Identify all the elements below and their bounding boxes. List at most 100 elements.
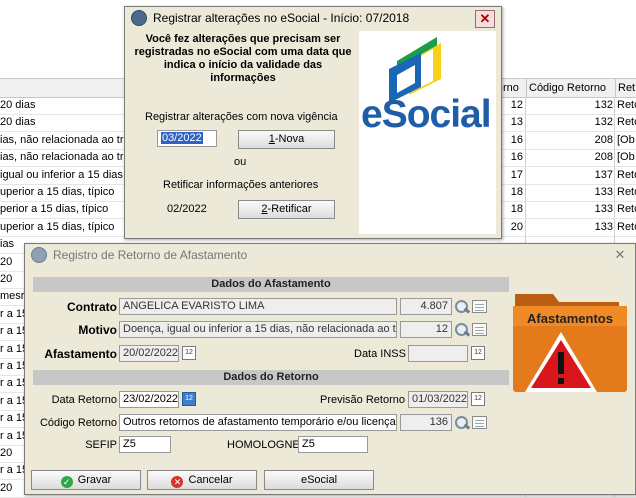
app-icon — [31, 247, 47, 263]
calendar-icon[interactable]: 12 — [471, 346, 485, 360]
nova-vigencia-label: Registrar alterações com nova vigência — [145, 111, 338, 123]
data-retorno-input[interactable]: 23/02/2022 — [119, 391, 179, 408]
folder-label: Afastamentos — [527, 311, 613, 326]
row-retorno: 18 — [510, 203, 523, 216]
column-divider — [614, 166, 615, 184]
row-retorno: 16 — [510, 151, 523, 164]
nova-button-label: -Nova — [274, 133, 305, 145]
column-divider — [525, 166, 526, 184]
search-icon[interactable] — [454, 299, 471, 315]
cancelar-label: Cancelar — [188, 474, 233, 486]
column-divider — [525, 149, 526, 167]
row-description: ias, não relacionada ao tra — [0, 151, 130, 164]
row-retorno: 16 — [510, 133, 523, 146]
retificar-date: 02/2022 — [167, 203, 207, 215]
previsao-retorno-input[interactable]: 01/03/2022 — [408, 391, 468, 408]
contrato-code[interactable]: 4.807 — [400, 298, 452, 315]
row-retorno: 13 — [510, 116, 523, 129]
calendar-icon[interactable]: 12 — [182, 346, 196, 360]
column-divider — [525, 97, 526, 114]
row-retorno: 18 — [510, 186, 523, 198]
row-description: 20 — [0, 447, 13, 459]
homolognet-label: HOMOLOGNET — [227, 439, 307, 451]
section-retorno: Dados do Retorno — [33, 370, 509, 385]
retorno-dialog-title: Registro de Retorno de Afastamento — [53, 248, 248, 262]
codigo-retorno-input[interactable]: Outros retornos de afastamento temporári… — [119, 414, 397, 431]
nova-vigencia-value: 03/2022 — [161, 132, 203, 144]
row-codigo-retorno: 133 — [594, 203, 613, 216]
list-icon[interactable] — [472, 416, 487, 429]
row-description: ias, não relacionada ao tra — [0, 133, 130, 146]
row-codigo-retorno: 133 — [594, 220, 613, 233]
contrato-input[interactable]: ANGELICA EVARISTO LIMA — [119, 298, 397, 315]
row-next: Reto — [617, 203, 636, 216]
column-divider — [525, 218, 526, 236]
column-divider — [614, 184, 615, 201]
esocial-dialog-titlebar[interactable]: Registrar alterações no eSocial - Início… — [125, 7, 501, 29]
data-inss-input[interactable] — [408, 345, 468, 362]
calendar-icon[interactable]: 12 — [471, 392, 485, 406]
esocial-message: Você fez alterações que precisam ser reg… — [134, 33, 352, 84]
homolognet-input[interactable]: Z5 — [298, 436, 368, 453]
afastamentos-folder-icon: Afastamentos — [501, 284, 631, 399]
row-next: Reto — [617, 168, 636, 181]
row-description: 20 dias — [0, 99, 36, 111]
codigo-retorno-code[interactable]: 136 — [400, 414, 452, 431]
app-icon — [131, 10, 147, 26]
motivo-label: Motivo — [78, 323, 117, 337]
row-codigo-retorno: 137 — [594, 168, 613, 181]
codigo-retorno-label: Código Retorno — [39, 417, 117, 429]
list-icon[interactable] — [472, 300, 487, 313]
cancelar-button[interactable]: ✕ Cancelar — [147, 470, 257, 490]
retificar-button[interactable]: 2-Retificar — [238, 200, 335, 219]
row-next: [Ob — [617, 151, 635, 164]
retificar-button-label: -Retificar — [267, 203, 312, 215]
retificar-label: Retificar informações anteriores — [163, 179, 319, 191]
gravar-label: Gravar — [77, 474, 112, 486]
nova-vigencia-input[interactable]: 03/2022 — [157, 130, 217, 147]
ou-label: ou — [234, 156, 247, 168]
cancel-icon: ✕ — [171, 476, 184, 488]
sefip-input[interactable]: Z5 — [119, 436, 171, 453]
search-icon[interactable] — [454, 322, 471, 338]
header-codigo-retorno[interactable]: Código Retorno — [526, 79, 617, 97]
column-divider — [614, 97, 615, 114]
esocial-logo-text: eSocial — [361, 93, 492, 136]
calendar-icon[interactable]: 12 — [182, 392, 196, 406]
search-icon[interactable] — [454, 415, 471, 431]
afastamento-label: Afastamento — [44, 347, 117, 361]
afastamento-input[interactable]: 20/02/2022 — [119, 345, 179, 362]
column-divider — [525, 184, 526, 201]
row-next: [Ob — [617, 133, 635, 146]
row-description: 20 — [0, 255, 13, 268]
row-codigo-retorno: 208 — [594, 151, 613, 164]
row-description: perior a 15 dias, típico — [0, 203, 109, 216]
row-next: Reto — [617, 220, 636, 233]
data-inss-label: Data INSS — [354, 348, 406, 360]
list-icon[interactable] — [472, 323, 487, 336]
row-description: igual ou inferior a 15 dias, c — [0, 168, 135, 181]
row-next: Reto — [617, 186, 636, 198]
motivo-input[interactable]: Doença, igual ou inferior a 15 dias, não… — [119, 321, 397, 338]
motivo-code[interactable]: 12 — [400, 321, 452, 338]
header-next[interactable]: Ret — [615, 79, 635, 97]
row-description: mesr — [0, 290, 25, 303]
column-divider — [614, 114, 615, 132]
sefip-label: SEFIP — [85, 439, 117, 451]
header-retorno[interactable]: rno — [503, 82, 519, 94]
close-icon[interactable]: ✕ — [475, 10, 495, 28]
row-description: ias — [0, 238, 15, 251]
folder-warning-icon — [513, 294, 627, 392]
column-divider — [614, 149, 615, 167]
retorno-dialog-titlebar[interactable]: Registro de Retorno de Afastamento ✕ — [25, 244, 635, 266]
gravar-button[interactable]: ✓ Gravar — [31, 470, 141, 490]
nova-button[interactable]: 1-Nova — [238, 130, 335, 149]
row-codigo-retorno: 133 — [594, 186, 613, 198]
previsao-retorno-label: Previsão Retorno — [320, 394, 405, 406]
esocial-button[interactable]: eSocial — [264, 470, 374, 490]
close-icon[interactable]: ✕ — [611, 247, 629, 263]
row-description: 20 — [0, 273, 13, 285]
contrato-label: Contrato — [67, 300, 117, 314]
row-next: Reto — [617, 99, 636, 111]
column-divider — [614, 131, 615, 149]
